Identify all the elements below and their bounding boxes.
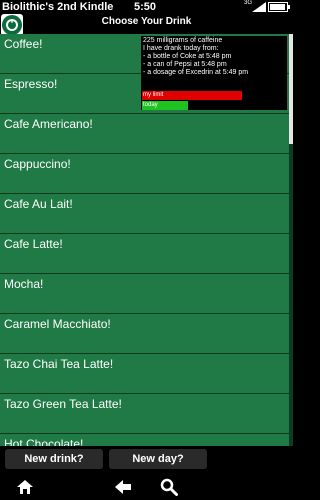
drink-label: Hot Chocolate! [4,437,84,446]
scrollbar-thumb[interactable] [289,34,293,144]
drink-item[interactable]: Mocha! [0,274,289,314]
drink-item[interactable]: Caramel Macchiato! [0,314,289,354]
drink-label: Coffee! [4,37,43,51]
drink-label: Tazo Green Tea Latte! [4,397,122,411]
drink-label: Cafe Latte! [4,237,63,251]
caffeine-entry: - a bottle of Coke at 5:48 pm [143,53,232,60]
drink-item[interactable]: Hot Chocolate! [0,434,289,446]
today-bar: today [142,101,188,110]
device-name: Biolithic's 2nd Kindle [2,1,114,13]
drink-label: Mocha! [4,277,44,291]
search-icon[interactable] [160,478,178,496]
caffeine-entry: - a dosage of Excedrin at 5:49 pm [143,69,249,76]
battery-icon [268,2,290,12]
drink-label: Espresso! [4,77,58,91]
network-label: 3G [244,0,253,6]
page-title: Choose Your Drink [101,16,192,27]
drink-item[interactable]: Tazo Chai Tea Latte! [0,354,289,394]
drink-label: Tazo Chai Tea Latte! [4,357,114,371]
drink-item[interactable]: Tazo Green Tea Latte! [0,394,289,434]
home-icon[interactable] [16,478,34,496]
drink-item[interactable]: Cafe Americano! [0,114,289,154]
signal-icon [252,2,266,12]
nav-bar [0,474,293,500]
drink-item[interactable]: Cappuccino! [0,154,289,194]
limit-bar: my limit [142,91,242,100]
drink-label: Caramel Macchiato! [4,317,111,331]
back-icon[interactable] [114,478,132,496]
drink-label: Cappuccino! [4,157,71,171]
caffeine-summary: 225 milligrams of caffeine [143,37,223,44]
drink-item[interactable]: Cafe Au Lait! [0,194,289,234]
drink-label: Cafe Au Lait! [4,197,73,211]
caffeine-intro: I have drank today from: [143,45,219,52]
clock: 5:50 [134,1,157,13]
caffeine-bars: my limit today [142,91,286,111]
caffeine-entry: - a can of Pepsi at 5:48 pm [143,61,227,68]
drink-item[interactable]: Cafe Latte! [0,234,289,274]
new-day-button[interactable]: New day? [109,449,207,469]
drink-label: Cafe Americano! [4,117,93,131]
new-drink-button[interactable]: New drink? [5,449,103,469]
